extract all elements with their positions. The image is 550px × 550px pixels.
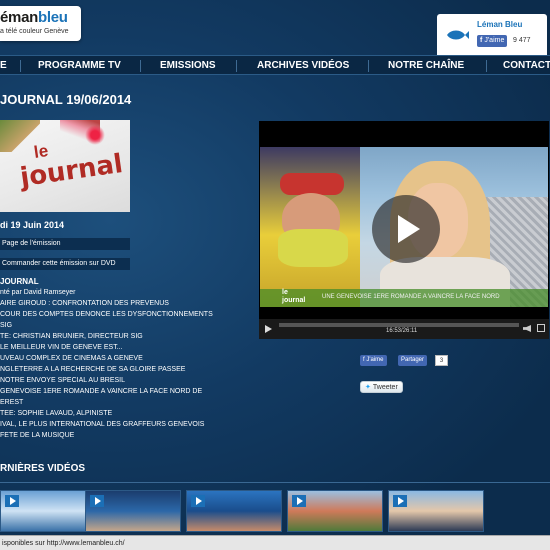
leman-bleu-logo[interactable]: émanbleu a télé couleur Genève: [0, 6, 81, 41]
main-nav: E PROGRAMME TV EMISSIONS ARCHIVES VIDÉOS…: [0, 55, 550, 75]
play-icon: [90, 495, 104, 507]
nav-divider: [140, 60, 141, 72]
volume-icon[interactable]: [523, 325, 531, 332]
tweet-button[interactable]: ✦ Tweeter: [360, 381, 403, 393]
rundown-item: IVAL, LE PLUS INTERNATIONAL DES GRAFFEUR…: [0, 421, 205, 428]
twitter-bird-icon: ✦: [365, 384, 371, 391]
browser-status-bar: isponibles sur http://www.lemanbleu.ch/: [0, 535, 550, 550]
nav-item-programme-tv[interactable]: PROGRAMME TV: [38, 56, 121, 76]
rundown-item: AIRE GIROUD : CONFRONTATION DES PREVENUS: [0, 300, 169, 307]
video-thumbnail[interactable]: [85, 490, 181, 532]
rundown-item: TEE: SOPHIE LAVAUD, ALPINISTE: [0, 410, 113, 417]
rundown-item: TE: CHRISTIAN BRUNIER, DIRECTEUR SIG: [0, 333, 143, 340]
rundown-item: NGLETERRE A LA RECHERCHE DE SA GLOIRE PA…: [0, 366, 186, 373]
nav-divider: [20, 60, 21, 72]
logo-tagline: a télé couleur Genève: [0, 28, 69, 35]
player-controls: 16:53/26:11: [259, 319, 549, 339]
nav-item-archives-videos[interactable]: ARCHIVES VIDÉOS: [257, 56, 349, 76]
share-count: 3: [435, 355, 448, 366]
video-scene-climber-mask: [278, 229, 348, 267]
rundown-item: FETE DE LA MUSIQUE: [0, 432, 75, 439]
video-thumbnail[interactable]: [186, 490, 282, 532]
nav-divider: [236, 60, 237, 72]
video-frame[interactable]: le journal UNE GENEVOISE 1ERE ROMANDE A V…: [260, 147, 548, 307]
nav-divider: [486, 60, 487, 72]
video-thumbnail[interactable]: [287, 490, 383, 532]
episode-thumbnail[interactable]: le journal: [0, 120, 130, 212]
nav-item-emissions[interactable]: EMISSIONS: [160, 56, 216, 76]
rundown-heading: JOURNAL: [0, 277, 39, 286]
lower-third-ticker: UNE GENEVOISE 1ERE ROMANDE A VAINCRE LA …: [322, 294, 500, 300]
time-display: 16:53/26:11: [386, 328, 418, 334]
thumbnail-decoration: [85, 125, 105, 145]
like-count: 9 477: [513, 37, 531, 44]
video-scene-goggles: [280, 173, 344, 195]
nav-item-accueil[interactable]: E: [0, 56, 7, 76]
fullscreen-icon[interactable]: [537, 324, 545, 332]
play-overlay-button[interactable]: [372, 195, 440, 263]
play-button-icon[interactable]: [265, 325, 272, 333]
lower-third-logo: le journal: [282, 289, 306, 304]
logo-wordmark: émanbleu: [0, 9, 68, 26]
facebook-like-button[interactable]: f J'aime: [477, 35, 508, 47]
facebook-widget: Léman Bleu f J'aime 9 477: [437, 14, 547, 61]
play-icon: [393, 495, 407, 507]
video-lower-third: le journal UNE GENEVOISE 1ERE ROMANDE A V…: [260, 289, 548, 307]
play-icon: [5, 495, 19, 507]
nav-divider: [368, 60, 369, 72]
video-player[interactable]: le journal UNE GENEVOISE 1ERE ROMANDE A V…: [259, 121, 549, 339]
emission-page-link[interactable]: Page de l'émission: [0, 238, 130, 250]
header: émanbleu a télé couleur Genève Léman Ble…: [0, 0, 550, 61]
play-icon: [398, 215, 420, 243]
facebook-share-button[interactable]: Partager: [398, 355, 428, 366]
facebook-icon: f: [480, 37, 483, 44]
rundown-item: COUR DES COMPTES DENONCE LES DYSFONCTION…: [0, 311, 213, 318]
video-thumbnail[interactable]: [0, 490, 96, 532]
nav-item-contact[interactable]: CONTACT: [503, 56, 550, 76]
play-icon: [292, 495, 306, 507]
rundown-item: UVEAU COMPLEX DE CINEMAS A GENEVE: [0, 355, 143, 362]
nav-item-notre-chaine[interactable]: NOTRE CHAÎNE: [388, 56, 464, 76]
play-icon: [191, 495, 205, 507]
page-title: JOURNAL 19/06/2014: [0, 92, 132, 107]
progress-track[interactable]: [279, 323, 519, 327]
rundown-item: SIG: [0, 322, 13, 329]
section-divider: [0, 482, 550, 483]
widget-page-name[interactable]: Léman Bleu: [477, 20, 522, 29]
order-dvd-link[interactable]: Commander cette émission sur DVD: [0, 258, 130, 270]
latest-videos-title: RNIÈRES VIDÉOS: [0, 463, 86, 474]
facebook-like-button[interactable]: f J'aime: [360, 355, 387, 366]
video-thumbnail[interactable]: [388, 490, 484, 532]
rundown-item: nté par David Ramseyer: [0, 289, 76, 296]
rundown-item: NOTRE ENVOYE SPECIAL AU BRESIL: [0, 377, 126, 384]
rundown-item: LE MEILLEUR VIN DE GENEVE EST...: [0, 344, 123, 351]
episode-date: di 19 Juin 2014: [0, 220, 65, 230]
rundown-item: GENEVOISE 1ERE ROMANDE A VAINCRE LA FACE…: [0, 388, 203, 395]
fish-logo-icon: [447, 30, 469, 40]
rundown-item: EREST: [0, 399, 24, 406]
